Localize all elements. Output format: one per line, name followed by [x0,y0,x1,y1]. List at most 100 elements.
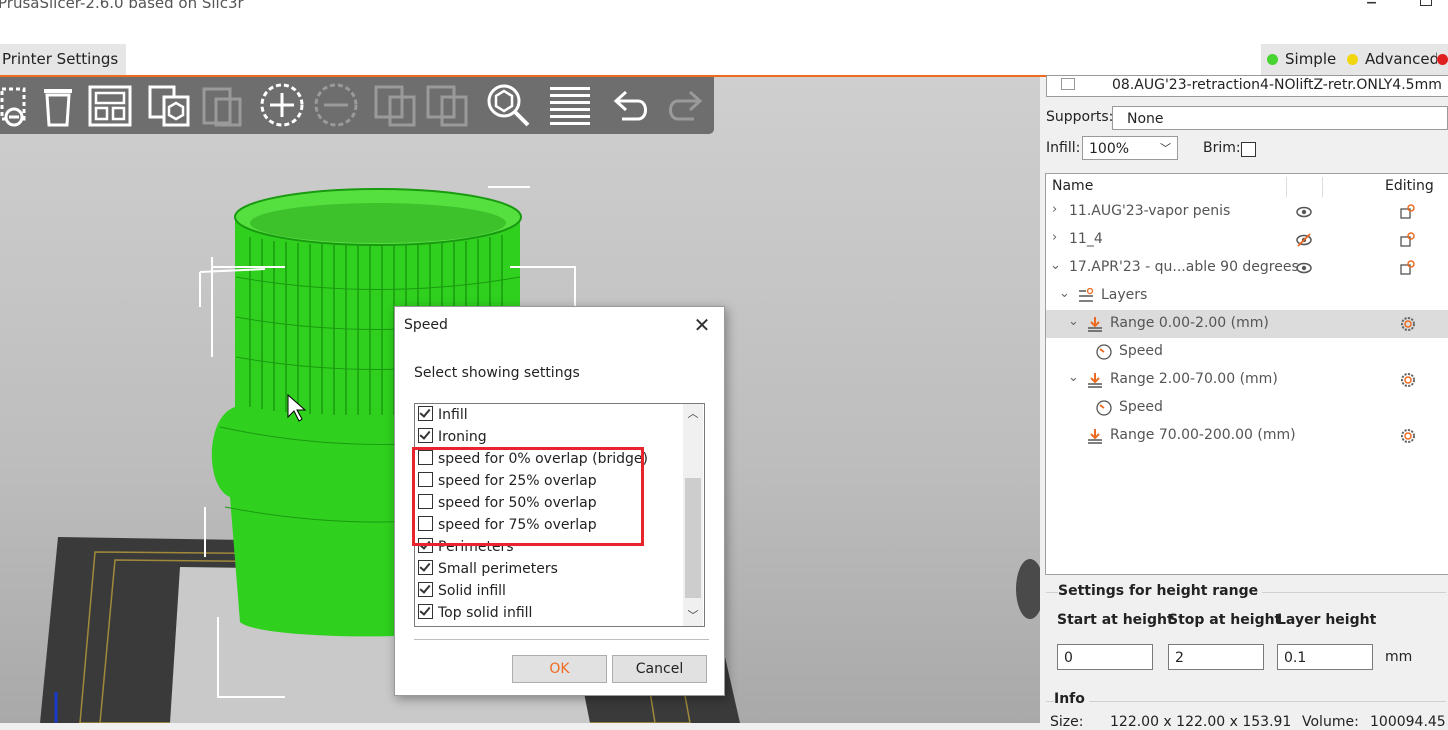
scrollbar-thumb[interactable] [685,478,701,598]
ok-button[interactable]: OK [512,655,607,683]
delete-icon[interactable] [0,81,38,129]
layers-editing-icon[interactable] [546,81,594,129]
edit-settings-icon[interactable] [1399,232,1415,248]
object-label: 17.APR'23 - qu...able 90 degrees [1069,259,1299,275]
start-height-input[interactable]: 0 [1057,644,1153,670]
tab-printer-settings[interactable]: Printer Settings [0,44,127,75]
remove-instance-icon[interactable] [312,81,360,129]
scroll-down-icon[interactable]: ﹀ [683,606,703,626]
checkbox[interactable] [418,428,433,443]
list-scrollbar[interactable]: ︿ ﹀ [683,404,703,626]
checkbox[interactable] [418,406,433,421]
mode-simple-label: Simple [1285,50,1337,68]
checklist-item-label: Infill [438,407,468,423]
checklist-item-label: Ironing [438,429,487,445]
checkbox[interactable] [418,582,433,597]
object-label: 11.AUG'23-vapor penis [1069,203,1231,219]
checklist-item-label: Solid infill [438,583,506,599]
chevron-down-icon[interactable]: ⌄ [1068,370,1079,385]
minimize-icon[interactable]: – [1366,0,1377,15]
gear-icon[interactable] [1400,316,1416,332]
gear-icon[interactable] [1400,372,1416,388]
close-icon[interactable]: ✕ [689,313,715,337]
range-label: Range 0.00-2.00 (mm) [1110,315,1269,331]
eye-hidden-icon[interactable] [1296,232,1312,248]
brim-label: Brim: [1203,140,1241,156]
range-row[interactable]: Range 70.00-200.00 (mm) [1046,422,1448,450]
volume-value: 100094.45 [1370,714,1446,730]
info-title: Info [1054,691,1089,707]
checklist-item-infill[interactable]: Infill [418,404,468,426]
checkbox[interactable] [418,604,433,619]
eye-icon[interactable] [1296,204,1312,220]
checkbox[interactable] [418,560,433,575]
infill-select[interactable]: 100% ﹀ [1082,136,1178,160]
layer-height-input[interactable]: 0.1 [1277,644,1373,670]
layers-label: Layers [1101,287,1148,303]
column-name: Name [1052,178,1094,194]
print-preset-combo[interactable]: 08.AUG'23-retraction4-NOliftZ-retr.ONLY4… [1046,75,1448,97]
object-row[interactable]: ⌄ 17.APR'23 - qu...able 90 degrees [1046,254,1448,282]
range-icon [1088,429,1102,444]
red-annotation-box [412,447,644,546]
eye-icon[interactable] [1296,260,1312,276]
range-row[interactable]: ⌄ Range 0.00-2.00 (mm) [1046,310,1448,338]
cancel-button[interactable]: Cancel [612,655,707,683]
gear-icon[interactable] [1400,428,1416,444]
range-icon [1088,317,1102,332]
mode-simple-button[interactable]: Simple [1261,44,1345,75]
column-editing: Editing [1385,178,1434,194]
dialog-separator [414,639,709,640]
speed-row[interactable]: Speed [1046,338,1448,366]
chevron-right-icon[interactable]: › [1052,202,1057,217]
scroll-up-icon[interactable]: ︿ [683,404,703,424]
range-row[interactable]: ⌄ Range 2.00-70.00 (mm) [1046,366,1448,394]
checklist-item-small-perimeters[interactable]: Small perimeters [418,558,558,580]
chevron-down-icon[interactable]: ⌄ [1068,314,1079,329]
infill-value: 100% [1089,141,1130,157]
checklist-item-label: Top solid infill [438,605,533,621]
layers-row[interactable]: ⌄ Layers [1046,282,1448,310]
preset-name: 08.AUG'23-retraction4-NOliftZ-retr.ONLY4… [1112,77,1442,93]
mode-expert-button[interactable] [1437,44,1448,75]
stop-height-label: Stop at height [1168,612,1282,628]
chevron-right-icon[interactable]: › [1052,230,1057,245]
height-unit-label: mm [1385,649,1413,665]
chevron-down-icon[interactable]: ⌄ [1059,286,1070,301]
edit-settings-icon[interactable] [1399,260,1415,276]
section-divider [1046,701,1446,702]
range-label: Range 2.00-70.00 (mm) [1110,371,1278,387]
size-value: 122.00 x 122.00 x 153.91 [1110,714,1292,730]
side-object [1016,559,1040,619]
undo-icon[interactable] [608,81,656,129]
layers-icon [1079,288,1094,302]
object-list[interactable]: Name Editing › 11.AUG'23-vapor penis › 1… [1045,173,1448,575]
object-row[interactable]: › 11.AUG'23-vapor penis [1046,198,1448,226]
mode-advanced-button[interactable]: Advanced [1341,44,1448,75]
redo-icon[interactable] [660,81,708,129]
brim-checkbox[interactable] [1241,142,1256,157]
maximize-icon[interactable] [1420,0,1432,6]
tab-bar: Printer Settings Simple Advanced [0,44,1448,77]
delete-all-icon[interactable] [34,81,82,129]
search-icon[interactable] [484,81,532,129]
split-objects-icon[interactable] [372,81,420,129]
range-icon [1088,373,1102,388]
add-instance-icon[interactable] [258,81,306,129]
dialog-subtitle: Select showing settings [414,365,580,381]
chevron-down-icon: ﹀ [1160,142,1171,155]
checklist-item-ironing[interactable]: Ironing [418,426,487,448]
checklist-item-top-solid-infill[interactable]: Top solid infill [418,602,532,624]
paste-icon[interactable] [198,81,246,129]
speed-row[interactable]: Speed [1046,394,1448,422]
stop-height-input[interactable]: 2 [1168,644,1264,670]
object-row[interactable]: › 11_4 [1046,226,1448,254]
advanced-mode-dot-icon [1347,54,1358,65]
chevron-down-icon[interactable]: ⌄ [1050,258,1061,273]
copy-icon[interactable] [146,81,194,129]
split-parts-icon[interactable] [424,81,472,129]
arrange-icon[interactable] [86,81,134,129]
edit-settings-icon[interactable] [1399,204,1415,220]
checklist-item-solid-infill[interactable]: Solid infill [418,580,506,602]
supports-select[interactable]: None [1112,106,1448,130]
